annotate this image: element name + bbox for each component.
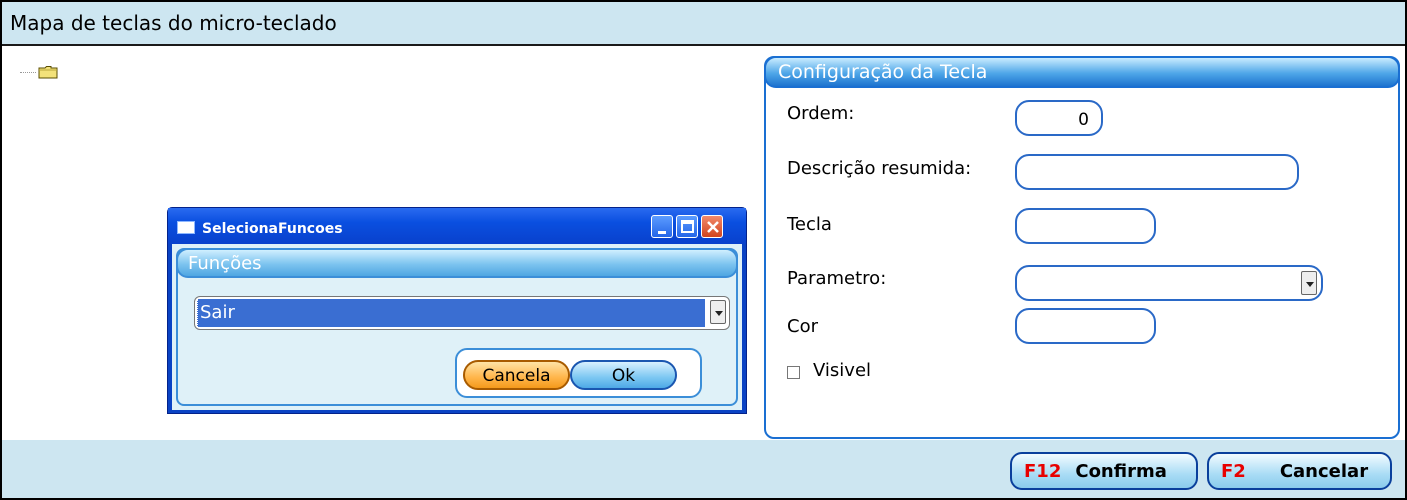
window-title: Mapa de teclas do micro-teclado <box>2 2 1405 46</box>
maximize-icon <box>681 220 694 233</box>
parametro-label: Parametro: <box>787 268 887 289</box>
cancel-shortcut: F2 <box>1221 460 1246 482</box>
dialog-body: Funções Sair Cancela Ok <box>172 244 742 410</box>
descricao-label: Descrição resumida: <box>787 158 972 179</box>
minimize-icon <box>658 231 666 234</box>
tree-view[interactable] <box>20 62 66 84</box>
visivel-checkbox[interactable] <box>787 366 800 379</box>
close-icon <box>707 221 719 233</box>
close-button[interactable] <box>701 215 723 238</box>
folder-icon[interactable] <box>38 65 58 79</box>
dialog-cancel-button[interactable]: Cancela <box>463 360 570 390</box>
selected-function: Sair <box>197 299 705 327</box>
main-window: Mapa de teclas do micro-teclado Configur… <box>0 0 1407 500</box>
select-functions-dialog: SelecionaFuncoes Funções Sair Cancela Ok <box>167 207 747 414</box>
minimize-button[interactable] <box>651 215 673 238</box>
key-config-title: Configuração da Tecla <box>764 56 1400 88</box>
confirm-button[interactable]: F12 Confirma <box>1010 452 1198 490</box>
dialog-titlebar[interactable]: SelecionaFuncoes <box>168 208 746 244</box>
confirm-shortcut: F12 <box>1024 460 1062 482</box>
tree-connector <box>20 72 36 73</box>
window-icon <box>177 221 195 234</box>
dialog-title: SelecionaFuncoes <box>202 221 343 237</box>
functions-group-title: Funções <box>176 248 738 278</box>
tecla-label: Tecla <box>787 214 832 235</box>
ordem-field[interactable]: 0 <box>1015 100 1103 136</box>
dialog-ok-button[interactable]: Ok <box>570 360 677 390</box>
functions-group: Funções Sair Cancela Ok <box>176 248 738 406</box>
cor-field[interactable] <box>1015 308 1156 344</box>
descricao-field[interactable] <box>1015 154 1299 190</box>
function-select[interactable]: Sair <box>194 296 730 330</box>
chevron-down-icon[interactable] <box>1301 271 1317 295</box>
maximize-button[interactable] <box>676 215 698 238</box>
tecla-field[interactable] <box>1015 208 1156 244</box>
chevron-down-icon[interactable] <box>710 300 726 324</box>
cor-label: Cor <box>787 316 818 337</box>
cancel-button[interactable]: F2 Cancelar <box>1207 452 1392 490</box>
dialog-button-group: Cancela Ok <box>455 348 702 398</box>
parametro-combo[interactable] <box>1015 265 1323 301</box>
visivel-label: Visivel <box>813 360 872 381</box>
confirm-label: Confirma <box>1075 460 1167 482</box>
cancel-label: Cancelar <box>1279 460 1369 482</box>
ordem-label: Ordem: <box>787 103 855 124</box>
